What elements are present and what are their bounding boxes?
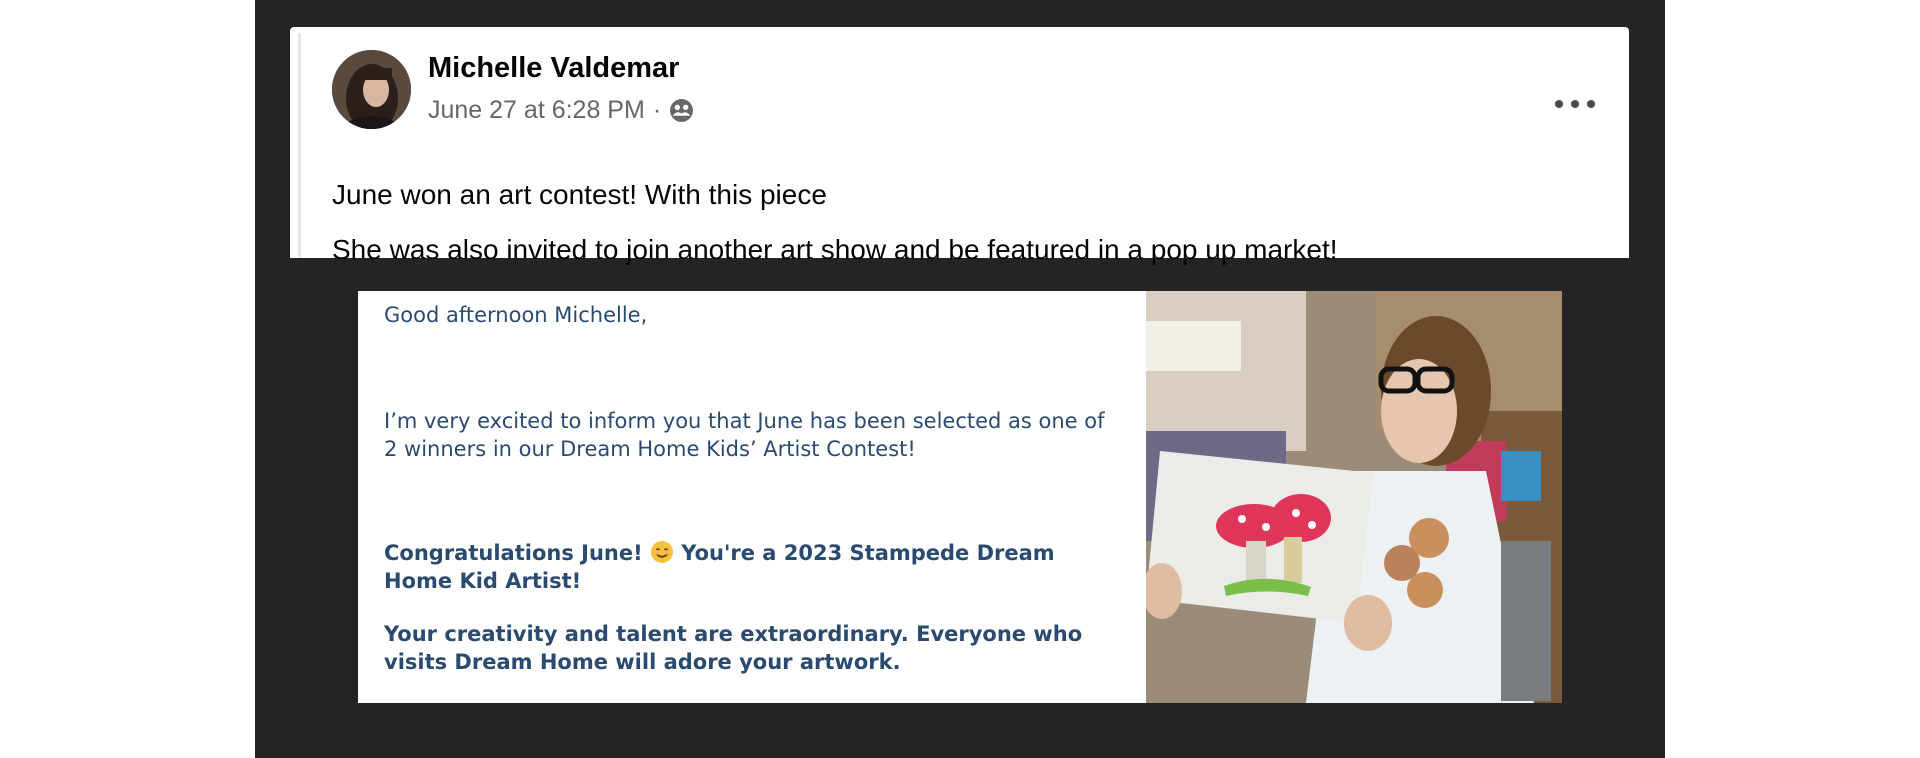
more-options-icon	[1587, 100, 1595, 108]
post-card: Michelle Valdemar June 27 at 6:28 PM · J…	[290, 27, 1629, 265]
more-options-icon	[1571, 100, 1579, 108]
photo-image	[1146, 291, 1562, 703]
card-accent	[298, 33, 301, 258]
photo-girl-with-artwork[interactable]	[1146, 291, 1562, 703]
email-greeting: Good afternoon Michelle,	[384, 303, 648, 327]
meta-separator: ·	[652, 96, 662, 124]
avatar-image	[332, 50, 411, 129]
smiley-emoji-icon	[650, 541, 673, 563]
email-screenshot: Good afternoon Michelle, I’m very excite…	[358, 291, 1146, 703]
more-options-button[interactable]	[1555, 93, 1595, 115]
email-body: I’m very excited to inform you that June…	[384, 409, 1105, 461]
congrats-text-start: Congratulations June!	[384, 541, 643, 565]
author-name[interactable]: Michelle Valdemar	[428, 52, 679, 85]
friends-icon[interactable]	[669, 98, 694, 123]
avatar[interactable]	[332, 50, 411, 129]
post-text-line-2: She was also invited to join another art…	[332, 234, 1338, 265]
more-options-icon	[1555, 100, 1563, 108]
post-meta: June 27 at 6:28 PM ·	[428, 96, 694, 125]
post-timestamp[interactable]: June 27 at 6:28 PM	[428, 96, 645, 125]
post-text-line-1: June won an art contest! With this piece	[332, 179, 827, 210]
email-creativity: Your creativity and talent are extraordi…	[384, 622, 1083, 674]
email-congrats: Congratulations June! You're a 2023 Stam…	[384, 539, 1124, 595]
